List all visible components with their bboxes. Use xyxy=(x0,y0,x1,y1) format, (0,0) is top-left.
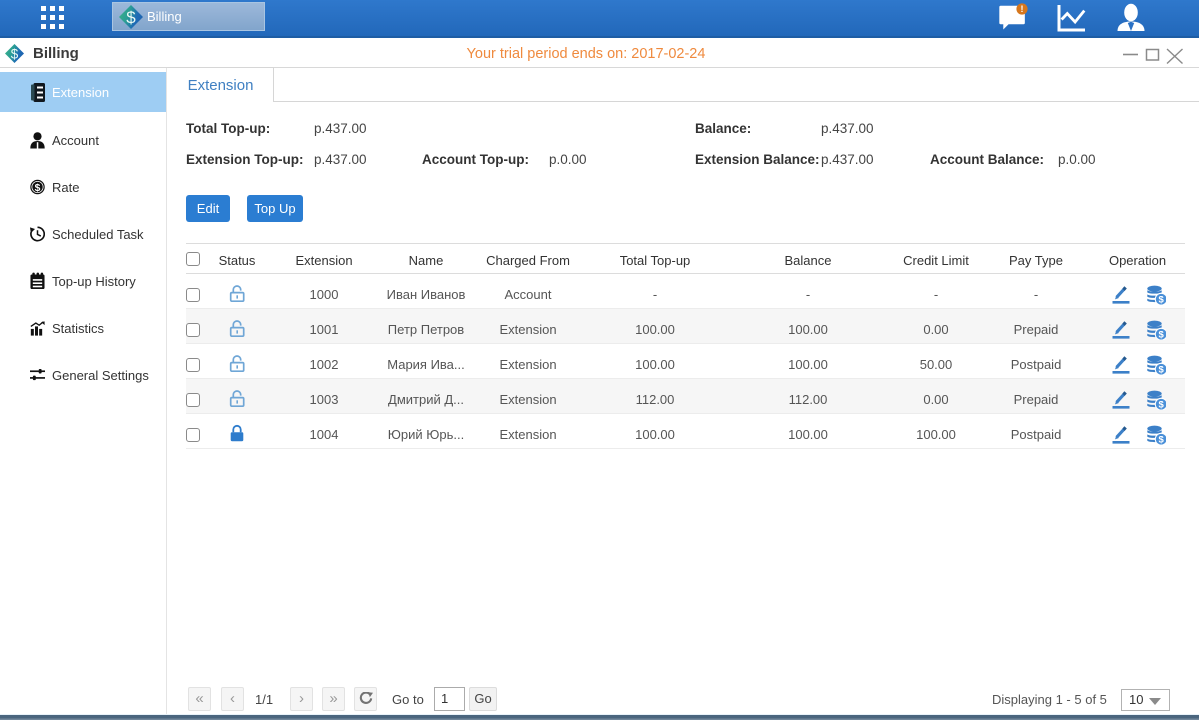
svg-text:$: $ xyxy=(126,8,136,27)
svg-text:!: ! xyxy=(1021,4,1024,14)
svg-text:$: $ xyxy=(35,183,41,194)
